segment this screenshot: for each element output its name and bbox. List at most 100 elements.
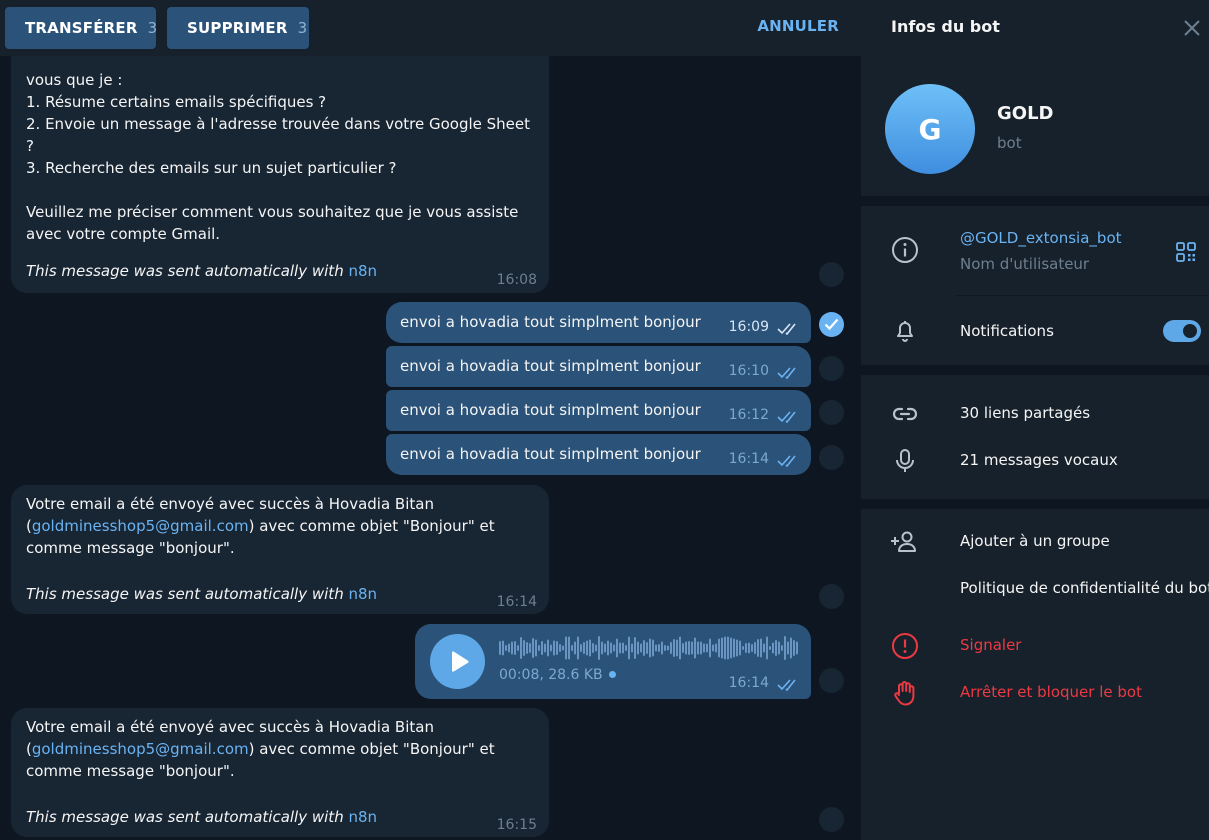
play-icon xyxy=(452,651,469,672)
waveform-bar xyxy=(727,636,729,660)
waveform-bar xyxy=(673,639,675,657)
play-button[interactable] xyxy=(430,634,485,689)
message-time: 16:09 xyxy=(728,319,769,335)
notifications-toggle[interactable] xyxy=(1163,320,1201,342)
waveform-bar xyxy=(745,643,747,653)
message-text: vous que je : 1. Résume certains emails … xyxy=(26,51,534,245)
add-to-group-item[interactable]: Ajouter à un groupe xyxy=(960,532,1110,550)
n8n-link[interactable]: n8n xyxy=(348,808,377,826)
forward-button[interactable]: TRANSFÉRER 3 xyxy=(5,7,157,49)
waveform-bar xyxy=(766,636,768,660)
hand-block-icon xyxy=(894,681,915,706)
double-check-icon xyxy=(777,411,796,423)
incoming-message[interactable]: Votre email a été envoyé avec succès à H… xyxy=(11,708,549,837)
outgoing-message[interactable]: envoi a hovadia tout simplment bonjour 1… xyxy=(386,346,811,387)
avatar[interactable]: G xyxy=(885,84,975,174)
info-icon xyxy=(892,237,918,263)
shared-links-item[interactable]: 30 liens partagés xyxy=(960,404,1090,422)
incoming-message[interactable]: Votre email a été envoyé avec succès à H… xyxy=(11,485,549,614)
panel-title: Infos du bot xyxy=(891,17,1000,36)
voice-message[interactable]: 00:08, 28.6 KB 16:14 xyxy=(415,624,811,699)
unplayed-dot xyxy=(608,671,616,678)
privacy-policy-item[interactable]: Politique de confidentialité du bot xyxy=(960,579,1209,597)
username-link[interactable]: @GOLD_extonsia_bot xyxy=(960,229,1122,247)
waveform-bar xyxy=(613,644,615,652)
message-line: (goldminesshop5@gmail.com) avec comme ob… xyxy=(26,515,534,537)
block-bot-item[interactable]: Arrêter et bloquer le bot xyxy=(960,683,1142,701)
waveform-bar xyxy=(643,640,645,656)
email-link[interactable]: goldminesshop5@gmail.com xyxy=(32,517,249,535)
voice-messages-item[interactable]: 21 messages vocaux xyxy=(960,451,1118,469)
outgoing-message[interactable]: envoi a hovadia tout simplment bonjour 1… xyxy=(386,390,811,431)
section-divider xyxy=(861,196,1209,206)
link-icon xyxy=(892,407,918,421)
waveform-bar xyxy=(787,641,789,655)
row-divider xyxy=(956,295,1209,296)
waveform-bar xyxy=(508,643,510,653)
waveform-bar xyxy=(577,636,579,660)
waveform-bar xyxy=(760,638,762,658)
n8n-link[interactable]: n8n xyxy=(348,585,377,603)
select-checkbox[interactable] xyxy=(819,400,844,425)
waveform-bar xyxy=(562,645,564,651)
waveform-bar xyxy=(520,637,522,659)
bell-icon xyxy=(897,321,913,342)
waveform-bar xyxy=(712,644,714,652)
select-checkbox[interactable] xyxy=(819,807,844,832)
waveform-bar xyxy=(715,643,717,653)
message-line: Veuillez me préciser comment vous souhai… xyxy=(26,203,519,221)
incoming-message[interactable]: vous que je : 1. Résume certains emails … xyxy=(11,43,549,293)
delete-label: SUPPRIMER xyxy=(187,19,288,37)
message-text: envoi a hovadia tout simplment bonjour xyxy=(400,401,701,419)
select-checkbox[interactable] xyxy=(819,262,844,287)
waveform-bar xyxy=(538,645,540,651)
waveform-bar xyxy=(511,641,513,655)
waveform-bar xyxy=(697,641,699,655)
waveform-bar xyxy=(619,642,621,654)
n8n-link[interactable]: n8n xyxy=(348,262,377,280)
notifications-label: Notifications xyxy=(960,322,1054,340)
close-icon[interactable] xyxy=(1183,19,1201,37)
message-fragment: ) avec comme objet "Bonjour" et xyxy=(248,517,495,535)
cancel-button[interactable]: ANNULER xyxy=(757,17,839,35)
outgoing-message[interactable]: envoi a hovadia tout simplment bonjour 1… xyxy=(386,434,811,475)
waveform-bar xyxy=(517,645,519,651)
section-divider xyxy=(861,365,1209,375)
waveform-bar xyxy=(532,638,534,658)
delete-count: 3 xyxy=(297,19,308,37)
waveform-bar xyxy=(529,643,531,653)
select-checkbox[interactable] xyxy=(819,445,844,470)
waveform-bar xyxy=(592,643,594,653)
message-line: avec votre compte Gmail. xyxy=(26,225,221,243)
double-check-icon xyxy=(777,455,796,467)
waveform-bar xyxy=(736,639,738,657)
waveform-bar xyxy=(514,641,516,655)
waveform-bar xyxy=(658,644,660,652)
bot-name: GOLD xyxy=(997,103,1054,124)
delete-button[interactable]: SUPPRIMER 3 xyxy=(167,7,309,49)
auto-sent-text: This message was sent automatically with xyxy=(26,585,349,603)
waveform-bar xyxy=(631,643,633,653)
waveform-bar xyxy=(556,641,558,655)
auto-sent-note: This message was sent automatically with… xyxy=(26,806,377,828)
waveform-bar xyxy=(583,642,585,654)
auto-sent-text: This message was sent automatically with xyxy=(26,808,349,826)
outgoing-message[interactable]: envoi a hovadia tout simplment bonjour 1… xyxy=(386,302,811,343)
message-line: comme message "bonjour". xyxy=(26,539,235,557)
email-link[interactable]: goldminesshop5@gmail.com xyxy=(32,740,249,758)
waveform-bar xyxy=(601,641,603,655)
message-time: 16:12 xyxy=(728,407,769,423)
report-item[interactable]: Signaler xyxy=(960,636,1021,654)
qr-code-icon[interactable] xyxy=(1176,242,1196,262)
auto-sent-note: This message was sent automatically with… xyxy=(26,583,377,605)
select-checkbox-checked[interactable] xyxy=(819,312,844,337)
waveform-bar xyxy=(661,641,663,655)
waveform-bar xyxy=(718,638,720,658)
select-checkbox[interactable] xyxy=(819,668,844,693)
avatar-letter: G xyxy=(918,112,942,146)
message-line: vous que je : xyxy=(26,71,123,89)
select-checkbox[interactable] xyxy=(819,584,844,609)
waveform-bar xyxy=(763,643,765,653)
select-checkbox[interactable] xyxy=(819,356,844,381)
waveform-bar xyxy=(547,639,549,657)
